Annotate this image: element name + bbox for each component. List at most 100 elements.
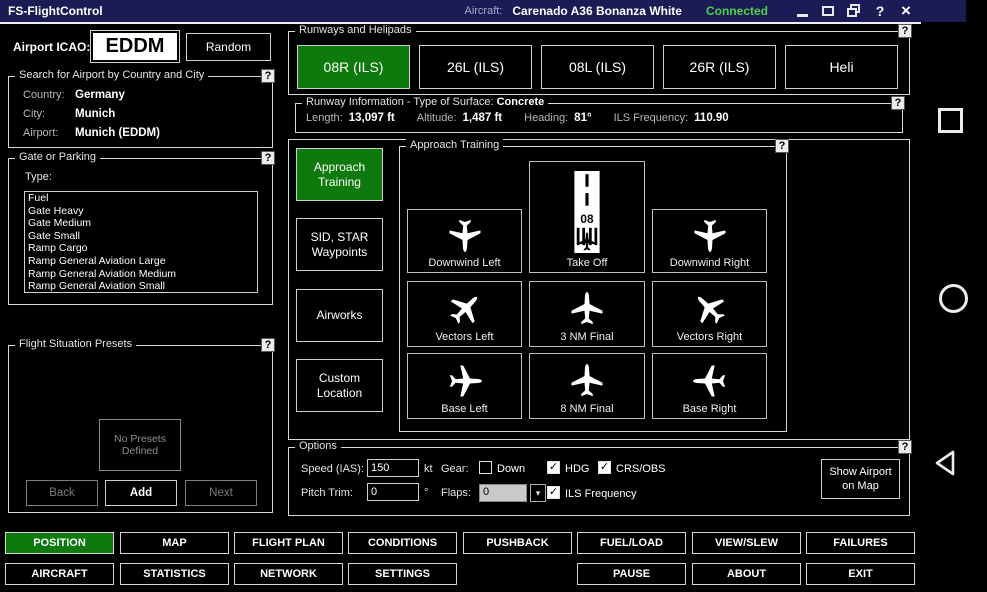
runway-info-help-icon[interactable]: ? <box>891 96 905 110</box>
approach-downwind-right-button[interactable]: Downwind Right <box>652 209 767 273</box>
tab-failures[interactable]: FAILURES <box>806 532 915 554</box>
tab-conditions[interactable]: CONDITIONS <box>348 532 457 554</box>
approach-3nm-final-button[interactable]: 3 NM Final <box>529 281 645 347</box>
length-label: Length: <box>306 112 343 124</box>
options-title: Options <box>295 440 341 452</box>
list-item-ramp-ga-small[interactable]: Ramp General Aviation Small <box>25 280 257 293</box>
presets-next-button[interactable]: Next <box>185 480 257 506</box>
titlebar-right: Aircraft: Carenado A36 Bonanza White Con… <box>464 3 960 19</box>
pitch-trim-input[interactable] <box>367 483 419 501</box>
ils-frequency-checkbox[interactable]: ✓ <box>547 486 560 499</box>
list-item-ramp-ga-large[interactable]: Ramp General Aviation Large <box>25 255 257 268</box>
airplane-left-icon <box>692 363 728 399</box>
aircraft-label: Aircraft: <box>464 5 502 17</box>
list-item-gate-medium[interactable]: Gate Medium <box>25 217 257 230</box>
app-screen: FS-FlightControl Aircraft: Carenado A36 … <box>0 0 987 592</box>
approach-8nm-final-button[interactable]: 8 NM Final <box>529 353 645 419</box>
approach-vectors-right-button[interactable]: Vectors Right <box>652 281 767 347</box>
close-icon[interactable]: × <box>898 3 914 19</box>
country-label: Country: <box>23 89 75 101</box>
random-airport-button[interactable]: Random <box>186 33 271 61</box>
runway-26r-button[interactable]: 26R (ILS) <box>663 45 776 89</box>
tab-network[interactable]: NETWORK <box>234 563 343 585</box>
parking-type-listbox[interactable]: Fuel Gate Heavy Gate Medium Gate Small R… <box>24 191 258 293</box>
approach-training-panel: Approach Training ? Downwind Left 08 <box>399 146 787 432</box>
runway-08r-button[interactable]: 08R (ILS) <box>297 45 410 89</box>
android-recents-icon[interactable] <box>938 108 963 133</box>
list-item-fuel[interactable]: Fuel <box>25 192 257 205</box>
mode-airworks-button[interactable]: Airworks <box>296 289 383 342</box>
maximize-icon[interactable] <box>820 3 836 19</box>
airport-icao-input[interactable] <box>91 31 179 62</box>
pause-button[interactable]: PAUSE <box>577 563 686 585</box>
tab-aircraft[interactable]: AIRCRAFT <box>5 563 114 585</box>
titlebar-help-icon[interactable]: ? <box>872 3 888 19</box>
presets-help-icon[interactable]: ? <box>261 338 275 352</box>
presets-back-button[interactable]: Back <box>26 480 98 506</box>
list-item-ramp-ga-medium[interactable]: Ramp General Aviation Medium <box>25 268 257 281</box>
about-button[interactable]: ABOUT <box>692 563 801 585</box>
connection-status-badge: Connected <box>706 4 768 18</box>
tab-flight-plan[interactable]: FLIGHT PLAN <box>234 532 343 554</box>
city-value: Munich <box>75 108 115 120</box>
city-row[interactable]: City: Munich <box>23 108 115 120</box>
app-title: FS-FlightControl <box>8 4 103 18</box>
tab-position[interactable]: POSITION <box>5 532 114 554</box>
heading-label: Heading: <box>524 112 568 124</box>
restore-window-icon[interactable] <box>846 3 862 19</box>
gear-down-checkbox[interactable] <box>479 461 492 474</box>
search-help-icon[interactable]: ? <box>261 69 275 83</box>
android-back-icon[interactable] <box>932 448 962 478</box>
list-item-ramp-cargo[interactable]: Ramp Cargo <box>25 242 257 255</box>
approach-take-off-button[interactable]: 08 Take Off <box>529 161 645 273</box>
approach-base-left-button[interactable]: Base Left <box>407 353 522 419</box>
tab-map[interactable]: MAP <box>120 532 229 554</box>
gate-parking-help-icon[interactable]: ? <box>261 151 275 165</box>
options-help-icon[interactable]: ? <box>898 440 912 454</box>
approach-vectors-left-button[interactable]: Vectors Left <box>407 281 522 347</box>
crs-obs-checkbox[interactable]: ✓ <box>598 461 611 474</box>
heli-button[interactable]: Heli <box>785 45 898 89</box>
tab-settings[interactable]: SETTINGS <box>348 563 457 585</box>
gate-parking-panel: Gate or Parking ? Type: Fuel Gate Heavy … <box>8 158 273 305</box>
altitude-value: 1,487 ft <box>462 112 502 124</box>
mode-approach-training-button[interactable]: Approach Training <box>296 148 383 201</box>
options-panel: Options ? Speed (IAS): kt Pitch Trim: ° … <box>288 447 910 516</box>
list-item-gate-small[interactable]: Gate Small <box>25 230 257 243</box>
city-label: City: <box>23 108 75 120</box>
list-item-gate-heavy[interactable]: Gate Heavy <box>25 205 257 218</box>
runway-26l-button[interactable]: 26L (ILS) <box>419 45 532 89</box>
flight-presets-title: Flight Situation Presets <box>15 338 136 350</box>
runway-08l-button[interactable]: 08L (ILS) <box>541 45 654 89</box>
mode-custom-location-button[interactable]: Custom Location <box>296 359 383 412</box>
exit-button[interactable]: EXIT <box>806 563 915 585</box>
airport-row[interactable]: Airport: Munich (EDDM) <box>23 127 160 139</box>
runways-help-icon[interactable]: ? <box>898 24 912 38</box>
altitude-label: Altitude: <box>417 112 457 124</box>
minimize-icon[interactable] <box>794 3 810 19</box>
search-panel-title: Search for Airport by Country and City <box>15 69 208 81</box>
flaps-dropdown-arrow-icon[interactable]: ▾ <box>530 484 546 502</box>
presets-add-button[interactable]: Add <box>105 480 177 506</box>
airplane-down-icon <box>692 217 728 253</box>
android-home-icon[interactable] <box>939 284 968 313</box>
approach-downwind-left-button[interactable]: Downwind Left <box>407 209 522 273</box>
tab-view-slew[interactable]: VIEW/SLEW <box>692 532 801 554</box>
airplane-up-icon <box>569 291 605 327</box>
airport-icao-label: Airport ICAO: <box>13 40 90 54</box>
tab-pushback[interactable]: PUSHBACK <box>463 532 572 554</box>
approach-help-icon[interactable]: ? <box>775 139 789 153</box>
approach-base-right-button[interactable]: Base Right <box>652 353 767 419</box>
speed-ias-input[interactable] <box>367 459 419 477</box>
speed-ias-label: Speed (IAS): <box>301 463 364 475</box>
heading-value: 81° <box>574 112 591 124</box>
tab-statistics[interactable]: STATISTICS <box>120 563 229 585</box>
mode-sid-star-waypoints-button[interactable]: SID, STAR Waypoints <box>296 218 383 271</box>
runways-panel-title: Runways and Helipads <box>295 24 416 36</box>
show-airport-on-map-button[interactable]: Show Airport on Map <box>821 459 900 499</box>
country-row[interactable]: Country: Germany <box>23 89 125 101</box>
no-presets-placeholder: No Presets Defined <box>99 419 181 471</box>
hdg-checkbox[interactable]: ✓ <box>547 461 560 474</box>
flaps-select[interactable]: 0 <box>479 484 527 502</box>
tab-fuel-load[interactable]: FUEL/LOAD <box>577 532 686 554</box>
